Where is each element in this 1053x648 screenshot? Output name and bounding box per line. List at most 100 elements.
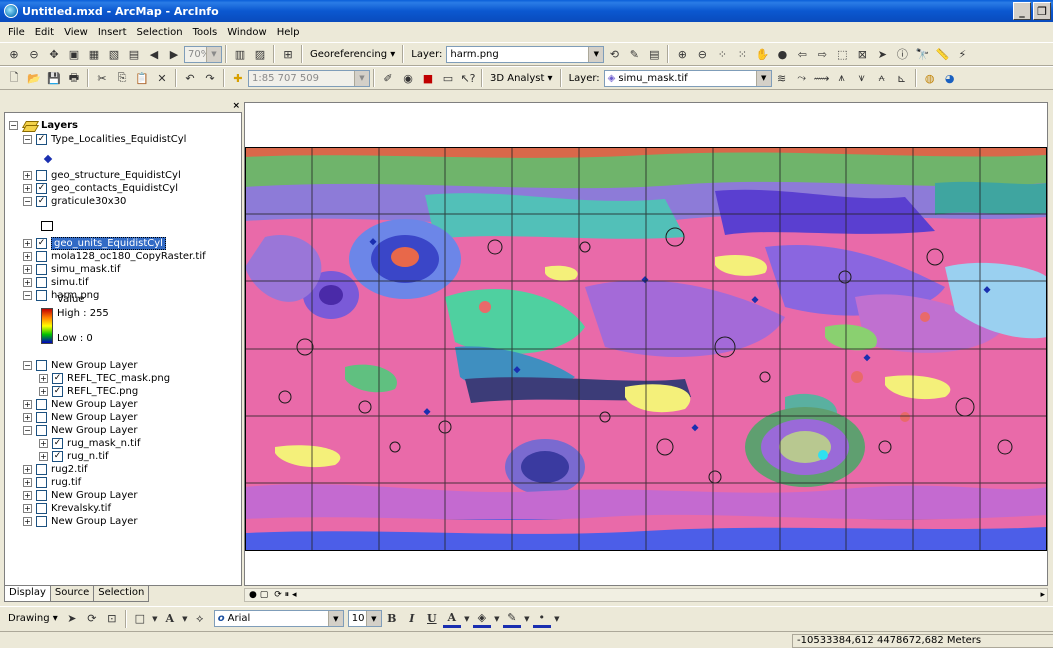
find-icon[interactable]: 🔭 [913,45,931,63]
chevron-down-icon[interactable]: ▼ [523,610,531,628]
zoom-in-icon[interactable]: ⊕ [673,45,691,63]
layer-row[interactable]: + simu_mask.tif [23,263,120,276]
layer-row[interactable]: + New Group Layer [23,411,138,424]
fixed-zoom-in-map-icon[interactable]: ⁘ [713,45,731,63]
collapse-icon[interactable]: − [23,426,32,435]
expand-icon[interactable]: + [23,517,32,526]
layer-row[interactable]: + ✓ rug_mask_n.tif [39,437,140,450]
close-icon[interactable]: × [232,101,240,111]
interpolate-polygon-icon[interactable]: ⩜ [873,69,891,87]
steepest-path-icon[interactable]: ⤳ [793,69,811,87]
toggle-draft-icon[interactable]: ▥ [231,45,249,63]
collapse-icon[interactable]: − [23,197,32,206]
expand-icon[interactable]: + [23,252,32,261]
editor-toolbar-icon[interactable]: ✐ [379,69,397,87]
arcglobe-icon[interactable]: ◕ [941,69,959,87]
tab-source[interactable]: Source [49,586,95,602]
layer-name[interactable]: simu.tif [51,277,88,288]
rotate-element-icon[interactable]: ⟳ [83,610,101,628]
geologic-map-canvas[interactable] [245,147,1047,551]
fixed-zoom-in-icon[interactable]: ▦ [85,45,103,63]
layer-name[interactable]: Type_Localities_EquidistCyl [51,134,186,145]
save-icon[interactable]: 💾 [45,69,63,87]
layer-row[interactable]: − ✓ Type_Localities_EquidistCyl [23,133,186,146]
3d-analyst-menu[interactable]: 3D Analyst ▾ [486,73,557,84]
expand-icon[interactable]: + [23,239,32,248]
fixed-zoom-out-icon[interactable]: ▧ [105,45,123,63]
interpolate-point-icon[interactable]: ⩚ [833,69,851,87]
chevron-down-icon[interactable]: ▼ [463,610,471,628]
chevron-down-icon[interactable]: ▼ [553,610,561,628]
whats-this-help-icon[interactable]: ↖? [459,69,477,87]
pan-icon[interactable]: ✋ [753,45,771,63]
line-of-sight-icon[interactable]: ⟿ [813,69,831,87]
layer-row[interactable]: − ✓ graticule30x30 [23,195,126,208]
clear-selection-icon[interactable]: ⊠ [853,45,871,63]
zoom-in-page-icon[interactable]: ⊕ [5,45,23,63]
layer-name[interactable]: REFL_TEC_mask.png [67,373,170,384]
rotate-icon[interactable]: ⟲ [605,45,623,63]
expand-icon[interactable]: + [39,452,48,461]
layer-name[interactable]: New Group Layer [51,399,138,410]
layer-visibility-checkbox[interactable] [36,264,47,275]
layer-row[interactable]: + rug.tif [23,476,81,489]
expand-icon[interactable]: + [23,400,32,409]
layer-visibility-checkbox[interactable]: ✓ [52,373,63,384]
layer-visibility-checkbox[interactable] [36,290,47,301]
tab-display[interactable]: Display [4,586,51,602]
zoom-percent-dropdown[interactable]: 70% ▼ [184,45,222,63]
add-control-points-icon[interactable]: ✎ [625,45,643,63]
layer-name[interactable]: New Group Layer [51,412,138,423]
collapse-icon[interactable]: − [9,121,18,130]
expand-icon[interactable]: + [23,465,32,474]
next-extent-icon[interactable]: ⇨ [813,45,831,63]
menu-edit[interactable]: Edit [31,27,58,38]
layer-name[interactable]: geo_units_EquidistCyl [51,237,166,250]
layer-name[interactable]: rug.tif [51,477,81,488]
command-line-icon[interactable]: ▭ [439,69,457,87]
layer-name[interactable]: New Group Layer [51,360,138,371]
layer-visibility-checkbox[interactable] [36,503,47,514]
marker-color-icon[interactable]: • [532,610,551,628]
arctoolbox-icon[interactable]: ■ [419,69,437,87]
layer-row[interactable]: + Krevalsky.tif [23,502,111,515]
layer-name[interactable]: Krevalsky.tif [51,503,111,514]
layer-visibility-checkbox[interactable]: ✓ [36,238,47,249]
new-document-icon[interactable]: 🗋 [5,69,23,87]
chevron-down-icon[interactable]: ▼ [181,610,189,628]
chevron-down-icon[interactable]: ▼ [493,610,501,628]
minimize-button[interactable]: _ [1013,2,1031,20]
collapse-icon[interactable]: − [23,135,32,144]
layer-visibility-checkbox[interactable]: ✓ [36,196,47,207]
expand-icon[interactable]: + [23,171,32,180]
expand-icon[interactable]: + [23,413,32,422]
underline-button[interactable]: U [423,610,441,628]
layer-visibility-checkbox[interactable]: ✓ [52,386,63,397]
arcscene-icon[interactable]: ◍ [921,69,939,87]
collapse-icon[interactable]: − [23,361,32,370]
forward-extent-icon[interactable]: ▶ [165,45,183,63]
layer-name[interactable]: geo_contacts_EquidistCyl [51,183,178,194]
fill-color-icon[interactable]: ◈ [472,610,491,628]
edit-vertices-icon[interactable]: ⟡ [191,610,209,628]
collapse-icon[interactable]: − [23,291,32,300]
layer-visibility-checkbox[interactable] [36,251,47,262]
layer-name[interactable]: REFL_TEC.png [67,386,138,397]
restore-button[interactable]: ❐ [1033,2,1051,20]
map-display[interactable] [244,102,1048,586]
zoom-to-selected-icon[interactable]: ⊡ [103,610,121,628]
identify-icon[interactable]: ⓘ [893,45,911,63]
layer-row[interactable]: + New Group Layer [23,398,138,411]
copy-icon[interactable]: ⎘ [113,69,131,87]
expand-icon[interactable]: + [39,439,48,448]
layer-name[interactable]: simu_mask.tif [51,264,120,275]
tree-root-layers[interactable]: − Layers [9,119,78,132]
layer-visibility-checkbox[interactable]: ✓ [36,134,47,145]
contour-icon[interactable]: ≋ [773,69,791,87]
layer-row[interactable]: + mola128_oc180_CopyRaster.tif [23,250,206,263]
menu-file[interactable]: File [4,27,29,38]
new-text-icon[interactable]: A [161,610,179,628]
expand-icon[interactable]: + [39,387,48,396]
line-color-icon[interactable]: ✎ [502,610,521,628]
chevron-down-icon[interactable]: ▼ [151,610,159,628]
